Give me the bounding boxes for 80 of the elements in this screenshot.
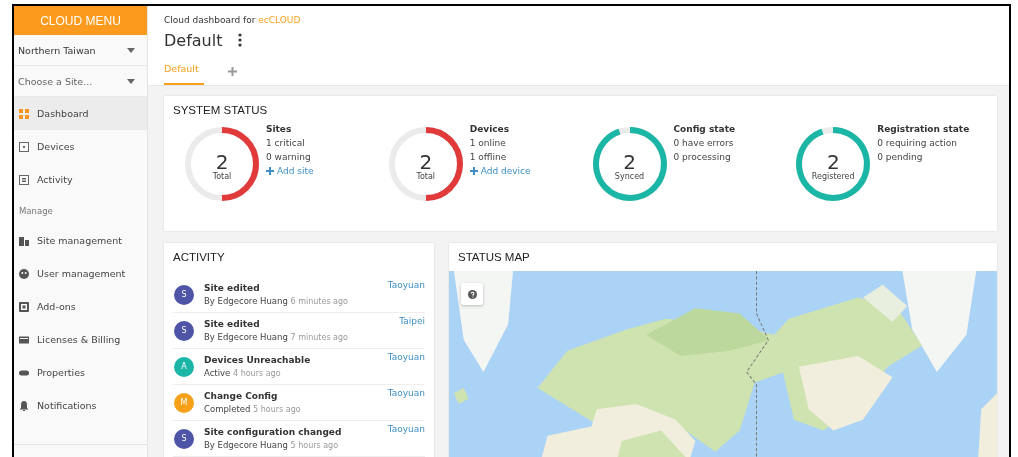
help-button[interactable]	[461, 283, 483, 305]
add-link[interactable]: Add device	[469, 166, 531, 176]
activity-title: Change Config	[204, 391, 279, 401]
stat-text: 0 processing	[673, 152, 732, 162]
activity-actor: Completed	[204, 404, 251, 414]
nav-item[interactable]: User management	[14, 257, 147, 290]
stat-text: 0 warning	[266, 152, 312, 162]
location-link[interactable]: Taoyuan	[387, 352, 425, 362]
activity-title: Devices Unreachable	[204, 355, 312, 365]
activity-time: 6 minutes ago	[290, 297, 348, 306]
avatar: S	[174, 284, 194, 305]
avatar: M	[174, 392, 194, 413]
list-icon	[19, 174, 29, 185]
add-link[interactable]: Add site	[266, 166, 314, 176]
grid-icon	[19, 108, 29, 119]
user-icon	[19, 268, 29, 279]
count-value: 2	[623, 151, 636, 172]
stat-text: 0 pending	[877, 152, 924, 162]
breadcrumb: Cloud dashboard for ecCLOUD	[164, 15, 302, 25]
card-title: STATUS MAP	[457, 250, 531, 265]
nav-item[interactable]: Properties	[14, 356, 147, 389]
nav-item[interactable]: Activity	[14, 163, 147, 196]
activity-actor: By Edgecore Huang	[204, 296, 288, 306]
nav-item[interactable]: Licenses & Billing	[14, 323, 147, 356]
activity-title: Site configuration changed	[204, 427, 343, 437]
stat-text: 0 have errors	[673, 138, 735, 148]
count-caption: Total	[416, 171, 436, 181]
nav-item[interactable]: Devices	[14, 130, 147, 163]
location-link[interactable]: Taoyuan	[387, 388, 425, 398]
activity-time: 5 hours ago	[253, 405, 301, 414]
stat-title: Devices	[469, 124, 511, 134]
count-caption: Total	[212, 171, 232, 181]
activity-time: 4 hours ago	[233, 369, 281, 378]
plus-icon	[469, 167, 478, 175]
activity-actor: By Edgecore Huang	[204, 332, 288, 342]
stat-text: 1 online	[469, 138, 507, 148]
activity-actor: By Edgecore Huang	[204, 440, 288, 450]
avatar: S	[174, 320, 194, 341]
location-link[interactable]: Taoyuan	[387, 280, 425, 290]
stat-text: 1 critical	[266, 138, 306, 148]
stat-title: Config state	[673, 124, 736, 134]
location-link[interactable]: Taoyuan	[387, 424, 425, 434]
activity-title: Site edited	[204, 319, 261, 329]
bell-icon	[19, 400, 29, 411]
site-dropdown[interactable]: Northern Taiwan	[14, 35, 147, 66]
addon-icon	[19, 301, 29, 312]
count-value: 2	[826, 151, 840, 172]
add-tab-icon[interactable]	[228, 66, 237, 76]
caret-icon	[127, 47, 135, 53]
activity-time: 5 hours ago	[290, 441, 339, 450]
stat-title: Sites	[266, 124, 293, 134]
avatar: S	[174, 428, 194, 449]
activity-title: Site edited	[204, 283, 261, 293]
nav-item[interactable]: Dashboard	[14, 97, 147, 130]
nav-item[interactable]: Add-ons	[14, 290, 147, 323]
location-link[interactable]: Taipei	[399, 316, 425, 326]
count-caption: Registered	[811, 171, 855, 181]
device-icon	[19, 141, 29, 152]
stat-title: Registration state	[877, 124, 970, 134]
building-icon	[19, 235, 29, 246]
count-caption: Synced	[614, 171, 645, 181]
card-title: ACTIVITY	[172, 250, 226, 265]
plus-icon	[266, 167, 274, 175]
stat-text: 0 requiring action	[877, 138, 958, 148]
nav-item[interactable]: Notifications	[14, 389, 147, 422]
card-title: SYSTEM STATUS	[172, 103, 269, 118]
avatar: A	[174, 356, 194, 377]
caret-icon	[127, 78, 135, 84]
activity-actor: Active	[204, 368, 231, 378]
help-icon	[467, 289, 477, 299]
more-icon[interactable]	[238, 33, 243, 47]
section-label: Manage	[18, 205, 54, 218]
stat-text: 1 offline	[469, 152, 508, 162]
menu-title: CLOUD MENU	[14, 6, 147, 35]
count-value: 2	[419, 151, 433, 172]
page-title: Default	[164, 30, 223, 50]
activity-time: 7 minutes ago	[290, 333, 348, 342]
card-icon	[19, 334, 29, 345]
count-value: 2	[215, 151, 229, 172]
nav-item[interactable]: Site management	[14, 224, 147, 257]
